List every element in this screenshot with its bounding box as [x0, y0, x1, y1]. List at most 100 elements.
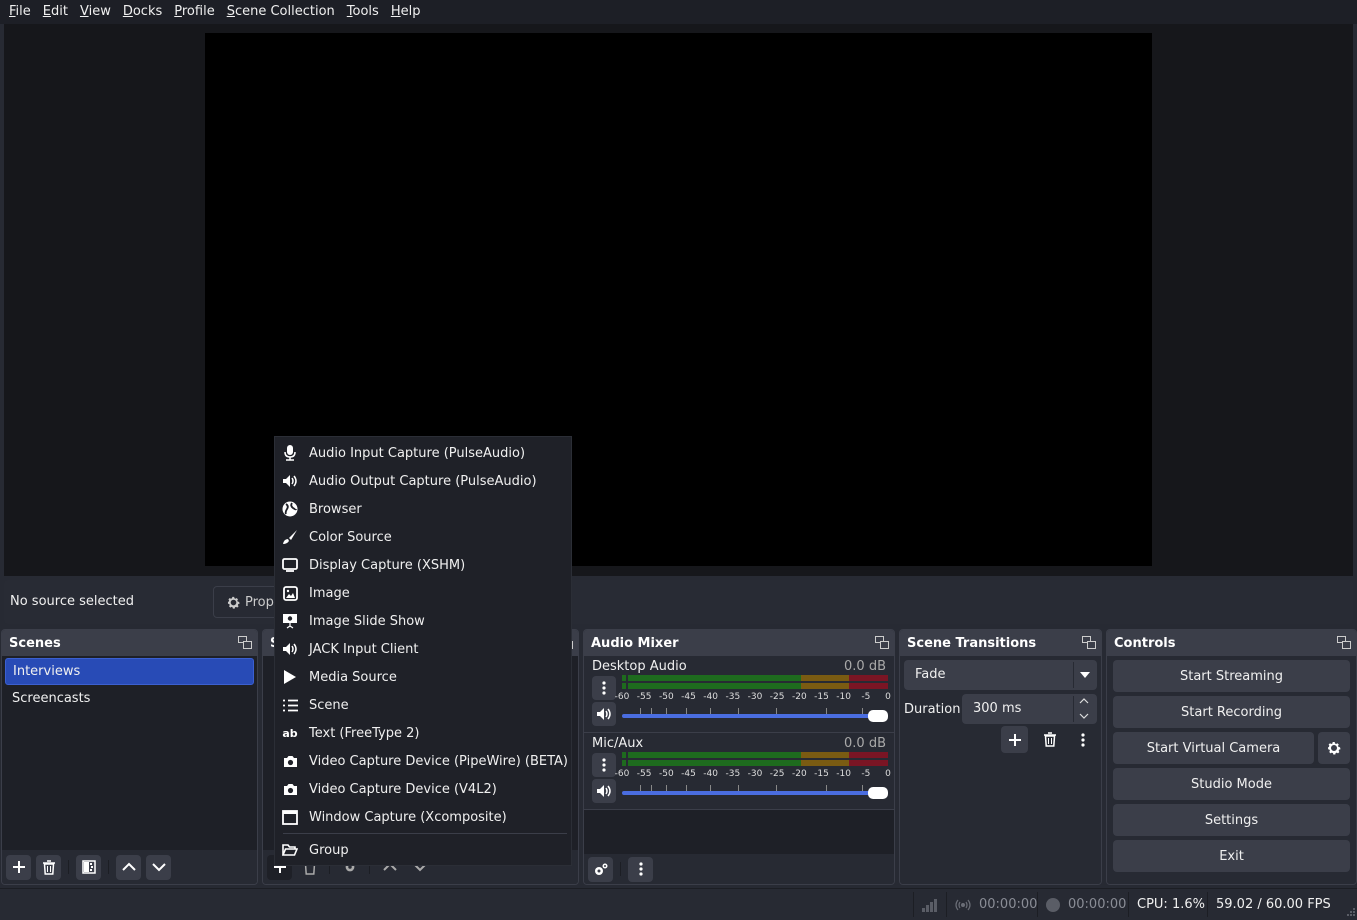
- spin-up-icon[interactable]: [1079, 698, 1089, 704]
- menu-mnemonic: D: [122, 4, 133, 19]
- kebab-menu-icon: [602, 681, 606, 695]
- exit-button[interactable]: Exit: [1113, 840, 1350, 872]
- meter-scale-label: -30: [747, 769, 763, 779]
- slider-tick: [862, 785, 863, 791]
- slider-handle[interactable]: [868, 787, 888, 799]
- menu-tools[interactable]: Tools: [341, 0, 385, 24]
- channel-menu-button[interactable]: [592, 753, 616, 777]
- kebab-menu-icon: [1080, 732, 1085, 747]
- menu-item-group[interactable]: Group: [275, 836, 571, 864]
- camera-icon: [281, 752, 299, 770]
- meter-scale-label: -55: [636, 769, 652, 779]
- remove-transition-button[interactable]: [1036, 726, 1063, 753]
- move-scene-down-button[interactable]: [146, 854, 171, 880]
- menu-scene-collection[interactable]: Scene Collection: [221, 0, 341, 24]
- meter-scale: -60 -55 -50 -45 -40 -35 -30 -25 -20 -15 -10 -5 0: [615, 769, 892, 781]
- mixer-channel-mic-aux: Mic/Aux 0.0 dB -60 -55 -50 -45 -40 -35 -30 -25-…: [584, 733, 894, 810]
- menu-item-text[interactable]: ab Text (FreeType 2): [275, 719, 571, 747]
- window-icon: [281, 808, 299, 826]
- slider-track: [622, 714, 888, 718]
- remove-scene-button[interactable]: [36, 854, 61, 880]
- transition-menu-button[interactable]: [1069, 726, 1096, 753]
- studio-mode-button[interactable]: Studio Mode: [1113, 768, 1350, 800]
- float-dock-icon[interactable]: [875, 636, 889, 649]
- menu-item-browser[interactable]: Browser: [275, 495, 571, 523]
- trash-icon: [1043, 732, 1056, 747]
- menu-profile[interactable]: Profile: [168, 0, 220, 24]
- menu-help[interactable]: Help: [385, 0, 427, 24]
- scene-item-interviews[interactable]: Interviews: [5, 658, 254, 685]
- scene-item-screencasts[interactable]: Screencasts: [2, 685, 257, 713]
- menu-item-label: Media Source: [309, 669, 397, 685]
- start-streaming-button[interactable]: Start Streaming: [1113, 660, 1350, 692]
- duration-spinbox[interactable]: 300 ms: [962, 694, 1097, 724]
- menu-item-scene[interactable]: Scene: [275, 691, 571, 719]
- advanced-audio-button[interactable]: [588, 856, 613, 882]
- mute-button[interactable]: [592, 779, 616, 803]
- menu-item-label: Display Capture (XSHM): [309, 557, 466, 573]
- slider-tick: [640, 785, 641, 791]
- volume-slider[interactable]: [622, 785, 888, 801]
- resize-grip-icon[interactable]: [1343, 906, 1355, 918]
- menu-item-jack-input-client[interactable]: JACK Input Client: [275, 635, 571, 663]
- meter-scale-label: -20: [791, 692, 807, 702]
- folder-open-icon: [281, 841, 299, 859]
- meter-scale-label: -5: [861, 692, 871, 702]
- float-dock-icon[interactable]: [1082, 636, 1096, 649]
- menu-file[interactable]: File: [3, 0, 37, 24]
- gear-icon: [1328, 742, 1341, 755]
- chevron-down-icon: [151, 863, 166, 872]
- menu-edit[interactable]: Edit: [37, 0, 74, 24]
- spin-down-icon[interactable]: [1079, 713, 1089, 719]
- menu-item-window-capture[interactable]: Window Capture (Xcomposite): [275, 803, 571, 831]
- menu-item-image[interactable]: Image: [275, 579, 571, 607]
- play-icon: [281, 668, 299, 686]
- slider-handle[interactable]: [868, 710, 888, 722]
- float-dock-icon[interactable]: [1337, 636, 1351, 649]
- channel-menu-button[interactable]: [592, 676, 616, 700]
- menu-item-audio-output-capture[interactable]: Audio Output Capture (PulseAudio): [275, 467, 571, 495]
- float-dock-icon[interactable]: [238, 636, 252, 649]
- transition-select[interactable]: Fade: [904, 660, 1097, 690]
- settings-button[interactable]: Settings: [1113, 804, 1350, 836]
- menu-item-display-capture[interactable]: Display Capture (XSHM): [275, 551, 571, 579]
- meter-scale-label: -10: [836, 769, 852, 779]
- duration-label: Duration: [904, 702, 961, 717]
- menu-item-color-source[interactable]: Color Source: [275, 523, 571, 551]
- speaker-icon: [281, 640, 299, 658]
- menu-item-video-capture-pipewire[interactable]: Video Capture Device (PipeWire) (BETA): [275, 747, 571, 775]
- menu-item-image-slide-show[interactable]: Image Slide Show: [275, 607, 571, 635]
- move-scene-up-button[interactable]: [116, 854, 141, 880]
- slider-tick: [640, 708, 641, 714]
- menu-item-audio-input-capture[interactable]: Audio Input Capture (PulseAudio): [275, 439, 571, 467]
- filter-icon: [81, 860, 96, 874]
- menu-label: elp: [400, 4, 421, 19]
- mixer-menu-button[interactable]: [628, 856, 653, 882]
- status-separator: [1037, 892, 1038, 917]
- properties-label: Prop: [245, 594, 274, 610]
- add-scene-button[interactable]: [6, 854, 31, 880]
- menu-docks[interactable]: Docks: [117, 0, 168, 24]
- toolbar-separator: [108, 860, 109, 874]
- meter-scale-label: -60: [614, 692, 630, 702]
- chevron-up-icon: [121, 862, 136, 871]
- menu-bar: File Edit View Docks Profile Scene Colle…: [0, 0, 1357, 24]
- add-transition-button[interactable]: [1001, 726, 1028, 753]
- status-separator: [913, 892, 914, 917]
- menu-item-media-source[interactable]: Media Source: [275, 663, 571, 691]
- start-recording-button[interactable]: Start Recording: [1113, 696, 1350, 728]
- meter-scale-label: -45: [681, 769, 696, 779]
- mixer-channel-desktop-audio: Desktop Audio 0.0 dB -60 -55 -50 -45 -40 -35-…: [584, 656, 894, 733]
- virtual-camera-settings-button[interactable]: [1318, 732, 1350, 764]
- mute-button[interactable]: [592, 702, 616, 726]
- status-separator: [1207, 892, 1208, 917]
- volume-slider[interactable]: [622, 708, 888, 724]
- menu-item-video-capture-v4l2[interactable]: Video Capture Device (V4L2): [275, 775, 571, 803]
- menu-mnemonic: S: [226, 4, 235, 19]
- start-virtual-camera-button[interactable]: Start Virtual Camera: [1113, 732, 1314, 764]
- stream-time: 00:00:00: [979, 897, 1038, 912]
- paintbrush-icon: [281, 528, 299, 546]
- scene-filters-button[interactable]: [76, 854, 101, 880]
- stream-status: 00:00:00: [955, 889, 1037, 920]
- menu-view[interactable]: View: [74, 0, 117, 24]
